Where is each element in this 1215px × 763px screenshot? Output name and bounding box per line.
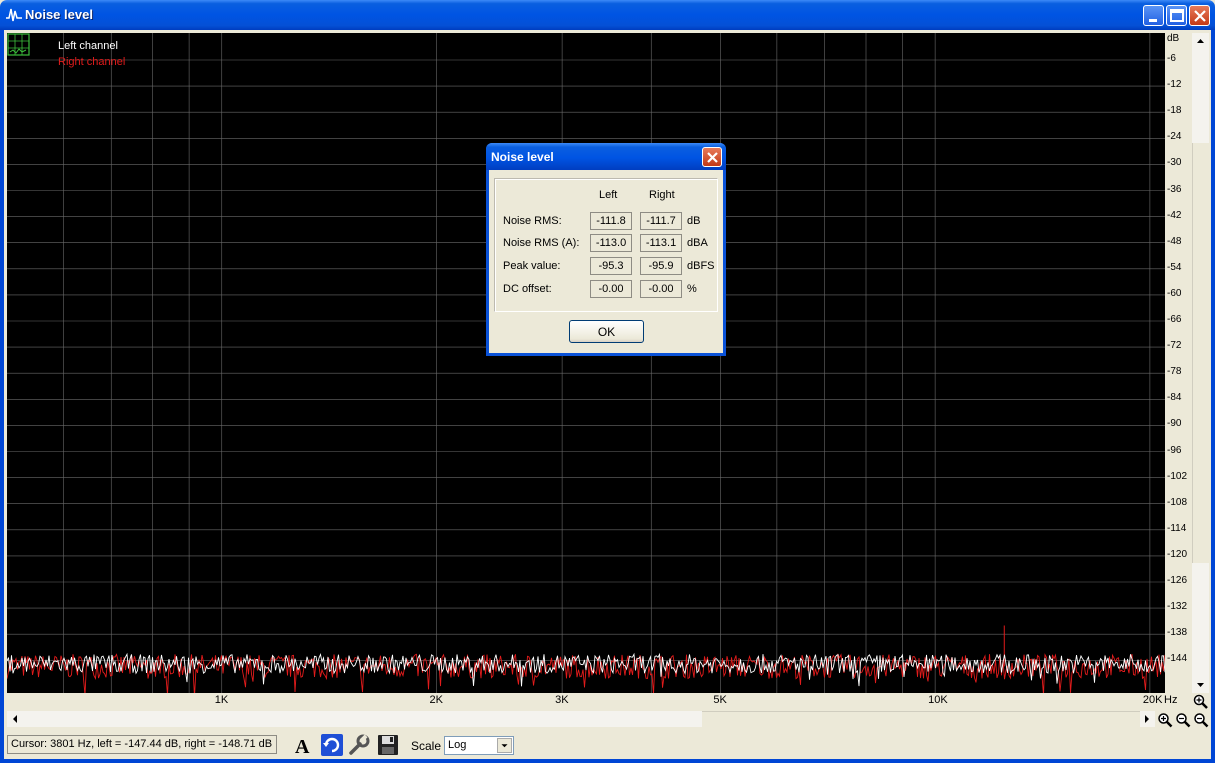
scroll-left-icon[interactable] (7, 711, 23, 727)
dialog-title: Noise level (491, 150, 554, 164)
noise-rms-a-unit: dBA (687, 237, 708, 249)
dc-offset-unit: % (687, 283, 697, 295)
y-tick-label: -144 (1167, 653, 1188, 665)
maximize-button[interactable] (1166, 5, 1187, 26)
y-tick-label: -6 (1167, 53, 1176, 64)
x-tick-label: 1K (214, 694, 229, 706)
y-tick-label: dB (1167, 33, 1180, 44)
window-frame-right (1211, 30, 1215, 763)
y-tick-label: -108 (1167, 496, 1188, 508)
noise-rms-right-value: -111.7 (640, 212, 682, 230)
y-axis: dB -6 -12 -18 -24 -30 -36 -42 -48 -54 -60 -66 -72 -78… (1165, 33, 1189, 693)
y-tick-label: -30 (1167, 157, 1182, 169)
row-label-dc-offset: DC offset: (503, 283, 552, 295)
dialog-body: Left Right Noise RMS: -111.8 -111.7 dB N… (489, 170, 723, 353)
close-window-button[interactable] (1189, 5, 1210, 26)
y-tick-label: -54 (1167, 261, 1182, 273)
y-tick-label: -138 (1167, 627, 1188, 639)
row-label-noise-rms-a: Noise RMS (A): (503, 237, 580, 249)
minimize-button[interactable] (1143, 5, 1164, 26)
measurements-group: Left Right Noise RMS: -111.8 -111.7 dB N… (494, 178, 718, 312)
dialog-titlebar[interactable]: Noise level (486, 143, 726, 170)
peak-value-right: -95.9 (640, 257, 682, 275)
x-tick-label: 3K (555, 694, 569, 706)
chevron-down-icon[interactable] (497, 738, 512, 753)
column-header-left: Left (599, 189, 618, 201)
window-title: Noise level (25, 7, 93, 22)
y-tick-label: -120 (1167, 548, 1188, 560)
refresh-icon[interactable] (320, 733, 344, 757)
x-axis-unit: Hz (1164, 694, 1178, 706)
spectrum-chart (7, 33, 1165, 693)
y-tick-label: -66 (1167, 314, 1182, 325)
svg-text:A: A (295, 736, 310, 757)
wrench-icon[interactable] (347, 733, 371, 757)
legend-right-channel: Right channel (58, 56, 126, 68)
row-label-peak-value: Peak value: (503, 260, 561, 272)
zoom-fit-icon[interactable] (1193, 694, 1208, 709)
noise-rms-unit: dB (687, 215, 701, 227)
y-tick-label: -126 (1167, 575, 1188, 586)
y-tick-label: -18 (1167, 105, 1182, 117)
y-tick-label: -12 (1167, 79, 1182, 91)
x-tick-label: 5K (713, 694, 727, 706)
vertical-scrollbar[interactable] (1192, 33, 1209, 693)
legend-left-channel: Left channel (58, 40, 118, 52)
save-icon[interactable] (376, 733, 400, 757)
font-icon[interactable]: A (291, 733, 315, 757)
scale-dropdown-value: Log (448, 739, 467, 751)
noise-rms-a-left-value: -113.0 (590, 234, 632, 252)
window-titlebar[interactable]: Noise level (0, 0, 1215, 30)
y-tick-label: -96 (1167, 444, 1182, 456)
y-tick-label: -78 (1167, 366, 1182, 378)
x-tick-label: 10K (928, 694, 948, 706)
y-tick-label: -84 (1167, 392, 1182, 404)
window-frame-left (0, 30, 4, 763)
row-label-noise-rms: Noise RMS: (503, 215, 562, 227)
y-tick-label: -102 (1167, 470, 1188, 482)
dialog-close-button[interactable] (702, 147, 722, 167)
close-icon (707, 152, 718, 163)
window-frame-bottom (0, 759, 1215, 763)
x-tick-label: 20K (1142, 694, 1163, 706)
y-tick-label: -72 (1167, 340, 1182, 352)
scale-dropdown[interactable]: Log (444, 736, 514, 755)
close-icon (1194, 10, 1206, 22)
scroll-down-icon[interactable] (1192, 677, 1209, 693)
noise-rms-left-value: -111.8 (590, 212, 632, 230)
cursor-readout: Cursor: 3801 Hz, left = -147.44 dB, righ… (7, 735, 277, 754)
minimize-icon (1149, 19, 1157, 22)
zoom-in-icon[interactable] (1157, 712, 1173, 728)
zoom-out-icon[interactable] (1175, 712, 1191, 728)
waveform-app-icon (6, 8, 22, 22)
scale-label: Scale (411, 739, 442, 753)
vertical-scroll-thumb[interactable] (1192, 143, 1209, 563)
dc-offset-right-value: -0.00 (640, 280, 682, 298)
horizontal-scrollbar[interactable] (7, 711, 1155, 727)
y-tick-label: -60 (1167, 287, 1182, 299)
spectrum-plot[interactable]: Left channel Right channel (7, 33, 1165, 693)
maximize-icon (1170, 9, 1184, 22)
scroll-up-icon[interactable] (1192, 33, 1209, 49)
y-tick-label: -48 (1167, 235, 1182, 247)
dc-offset-left-value: -0.00 (590, 280, 632, 298)
peak-value-left: -95.3 (590, 257, 632, 275)
y-tick-label: -36 (1167, 183, 1182, 195)
grid-chart-icon[interactable] (7, 33, 30, 56)
horizontal-scroll-thumb[interactable] (702, 711, 1140, 727)
zoom-out-full-icon[interactable] (1193, 712, 1209, 728)
ok-button[interactable]: OK (569, 320, 644, 343)
y-tick-label: -114 (1167, 522, 1187, 534)
noise-level-dialog: Noise level Left Right Noise RMS: -111.8… (486, 143, 726, 356)
noise-rms-a-right-value: -113.1 (640, 234, 682, 252)
y-tick-label: -42 (1167, 209, 1182, 221)
column-header-right: Right (649, 189, 675, 201)
x-axis: 1K 2K 3K 5K 10K 20K (7, 693, 1165, 709)
y-tick-label: -24 (1167, 131, 1182, 143)
scroll-right-icon[interactable] (1139, 711, 1155, 727)
y-tick-label: -90 (1167, 418, 1182, 430)
y-tick-label: -132 (1167, 601, 1188, 613)
x-tick-label: 2K (429, 694, 443, 706)
peak-value-unit: dBFS (687, 260, 715, 272)
